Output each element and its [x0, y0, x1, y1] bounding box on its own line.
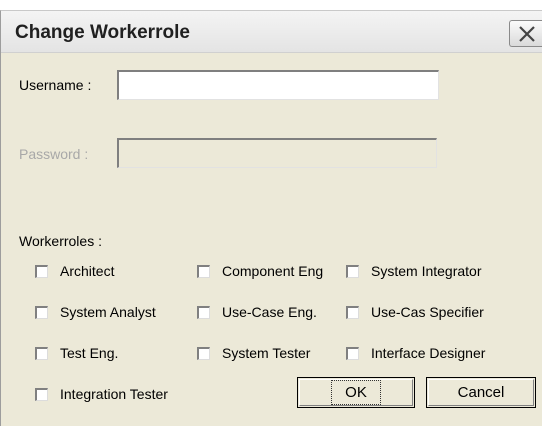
role-integration-tester-checkbox[interactable]: [35, 387, 48, 401]
password-input[interactable]: [117, 138, 437, 168]
role-architect-checkbox[interactable]: [35, 264, 48, 278]
role-use-case-eng-label: Use-Case Eng.: [222, 304, 317, 320]
role-use-case-specifier-checkbox[interactable]: [346, 305, 359, 319]
role-system-integrator-label: System Integrator: [371, 263, 482, 279]
role-interface-designer-label: Interface Designer: [371, 345, 486, 361]
role-system-analyst-label: System Analyst: [60, 304, 156, 320]
role-system-tester[interactable]: System Tester: [197, 343, 310, 363]
ok-button[interactable]: OK: [297, 377, 415, 408]
close-button[interactable]: [509, 20, 542, 47]
window-title: Change Workerrole: [15, 22, 190, 43]
role-system-tester-checkbox[interactable]: [197, 346, 210, 360]
cancel-button-label: Cancel: [457, 384, 505, 401]
role-architect[interactable]: Architect: [35, 261, 114, 281]
role-use-case-specifier-label: Use-Cas Specifier: [371, 304, 484, 320]
role-integration-tester[interactable]: Integration Tester: [35, 384, 168, 404]
role-component-eng[interactable]: Component Eng: [197, 261, 323, 281]
role-test-eng[interactable]: Test Eng.: [35, 343, 118, 363]
workerroles-heading: Workerroles :: [19, 233, 102, 249]
role-interface-designer[interactable]: Interface Designer: [346, 343, 485, 363]
role-system-analyst-checkbox[interactable]: [35, 305, 48, 319]
role-system-integrator[interactable]: System Integrator: [346, 261, 482, 281]
username-input[interactable]: [117, 70, 439, 100]
role-component-eng-checkbox[interactable]: [197, 264, 210, 278]
role-test-eng-checkbox[interactable]: [35, 346, 48, 360]
role-component-eng-label: Component Eng: [222, 263, 324, 279]
cancel-button[interactable]: Cancel: [426, 377, 536, 408]
title-bar: Change Workerrole: [1, 11, 542, 53]
role-architect-label: Architect: [60, 263, 115, 279]
username-label: Username :: [19, 77, 92, 93]
role-interface-designer-checkbox[interactable]: [346, 346, 359, 360]
role-system-analyst[interactable]: System Analyst: [35, 302, 156, 322]
change-workerrole-dialog: Change Workerrole Username : Password : …: [0, 10, 542, 426]
role-system-integrator-checkbox[interactable]: [346, 264, 359, 278]
role-test-eng-label: Test Eng.: [60, 345, 119, 361]
ok-button-label: OK: [331, 380, 381, 405]
close-icon: [519, 26, 535, 42]
password-label: Password :: [19, 146, 89, 162]
role-use-case-eng-checkbox[interactable]: [197, 305, 210, 319]
role-use-case-specifier[interactable]: Use-Cas Specifier: [346, 302, 484, 322]
role-system-tester-label: System Tester: [222, 345, 311, 361]
role-integration-tester-label: Integration Tester: [60, 386, 168, 402]
role-use-case-eng[interactable]: Use-Case Eng.: [197, 302, 317, 322]
